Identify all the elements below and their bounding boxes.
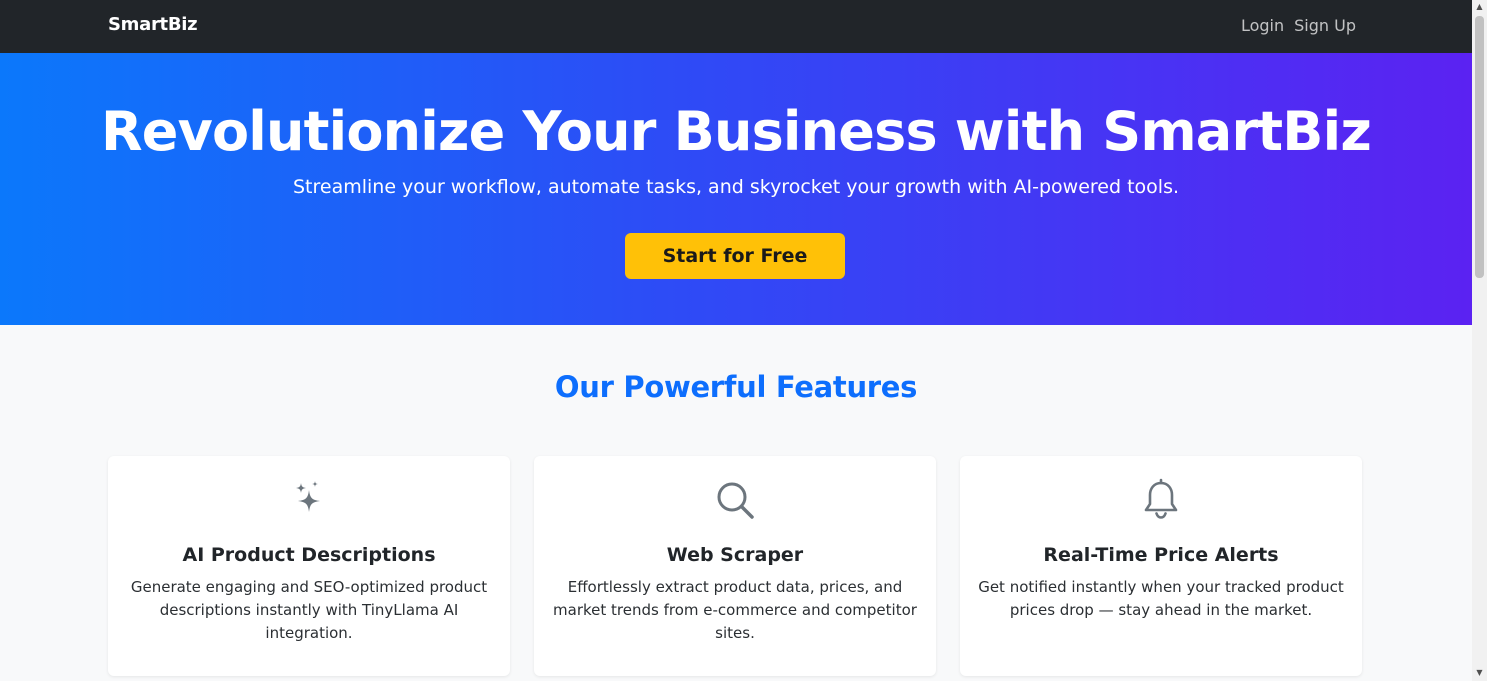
hero-subtitle: Streamline your workflow, automate tasks… — [292, 176, 1180, 198]
search-icon — [534, 478, 936, 522]
card-text: Get notified instantly when your tracked… — [978, 578, 1344, 619]
scroll-down-arrow-icon[interactable]: ▼ — [1475, 669, 1484, 677]
features-title: Our Powerful Features — [554, 370, 918, 404]
brand-logo[interactable]: SmartBiz — [108, 14, 198, 35]
scroll-thumb[interactable] — [1475, 16, 1484, 278]
page-scrollbar[interactable]: ▲ ▼ — [1472, 0, 1487, 681]
hero-section: Revolutionize Your Business with SmartBi… — [0, 53, 1472, 325]
nav-links: Login Sign Up — [1241, 16, 1356, 35]
sparkles-icon — [108, 478, 510, 522]
login-link[interactable]: Login — [1241, 16, 1284, 35]
scroll-up-arrow-icon[interactable]: ▲ — [1475, 3, 1484, 11]
card-text: Generate engaging and SEO-optimized prod… — [130, 578, 488, 642]
hero-title: Revolutionize Your Business with SmartBi… — [100, 100, 1372, 163]
navbar: SmartBiz Login Sign Up — [0, 0, 1472, 53]
page: SmartBiz Login Sign Up Revolutionize You… — [0, 0, 1472, 681]
card-text: Effortlessly extract product data, price… — [553, 578, 917, 642]
card-title: Web Scraper — [666, 544, 804, 566]
feature-card-web-scraper: Web Scraper Effortlessly extract product… — [534, 456, 936, 676]
card-title: AI Product Descriptions — [182, 544, 436, 566]
bell-icon — [960, 478, 1362, 522]
start-for-free-button[interactable]: Start for Free — [625, 233, 845, 279]
signup-link[interactable]: Sign Up — [1294, 16, 1356, 35]
card-title: Real-Time Price Alerts — [1043, 544, 1279, 566]
feature-card-ai-descriptions: AI Product Descriptions Generate engagin… — [108, 456, 510, 676]
feature-card-price-alerts: Real-Time Price Alerts Get notified inst… — [960, 456, 1362, 676]
